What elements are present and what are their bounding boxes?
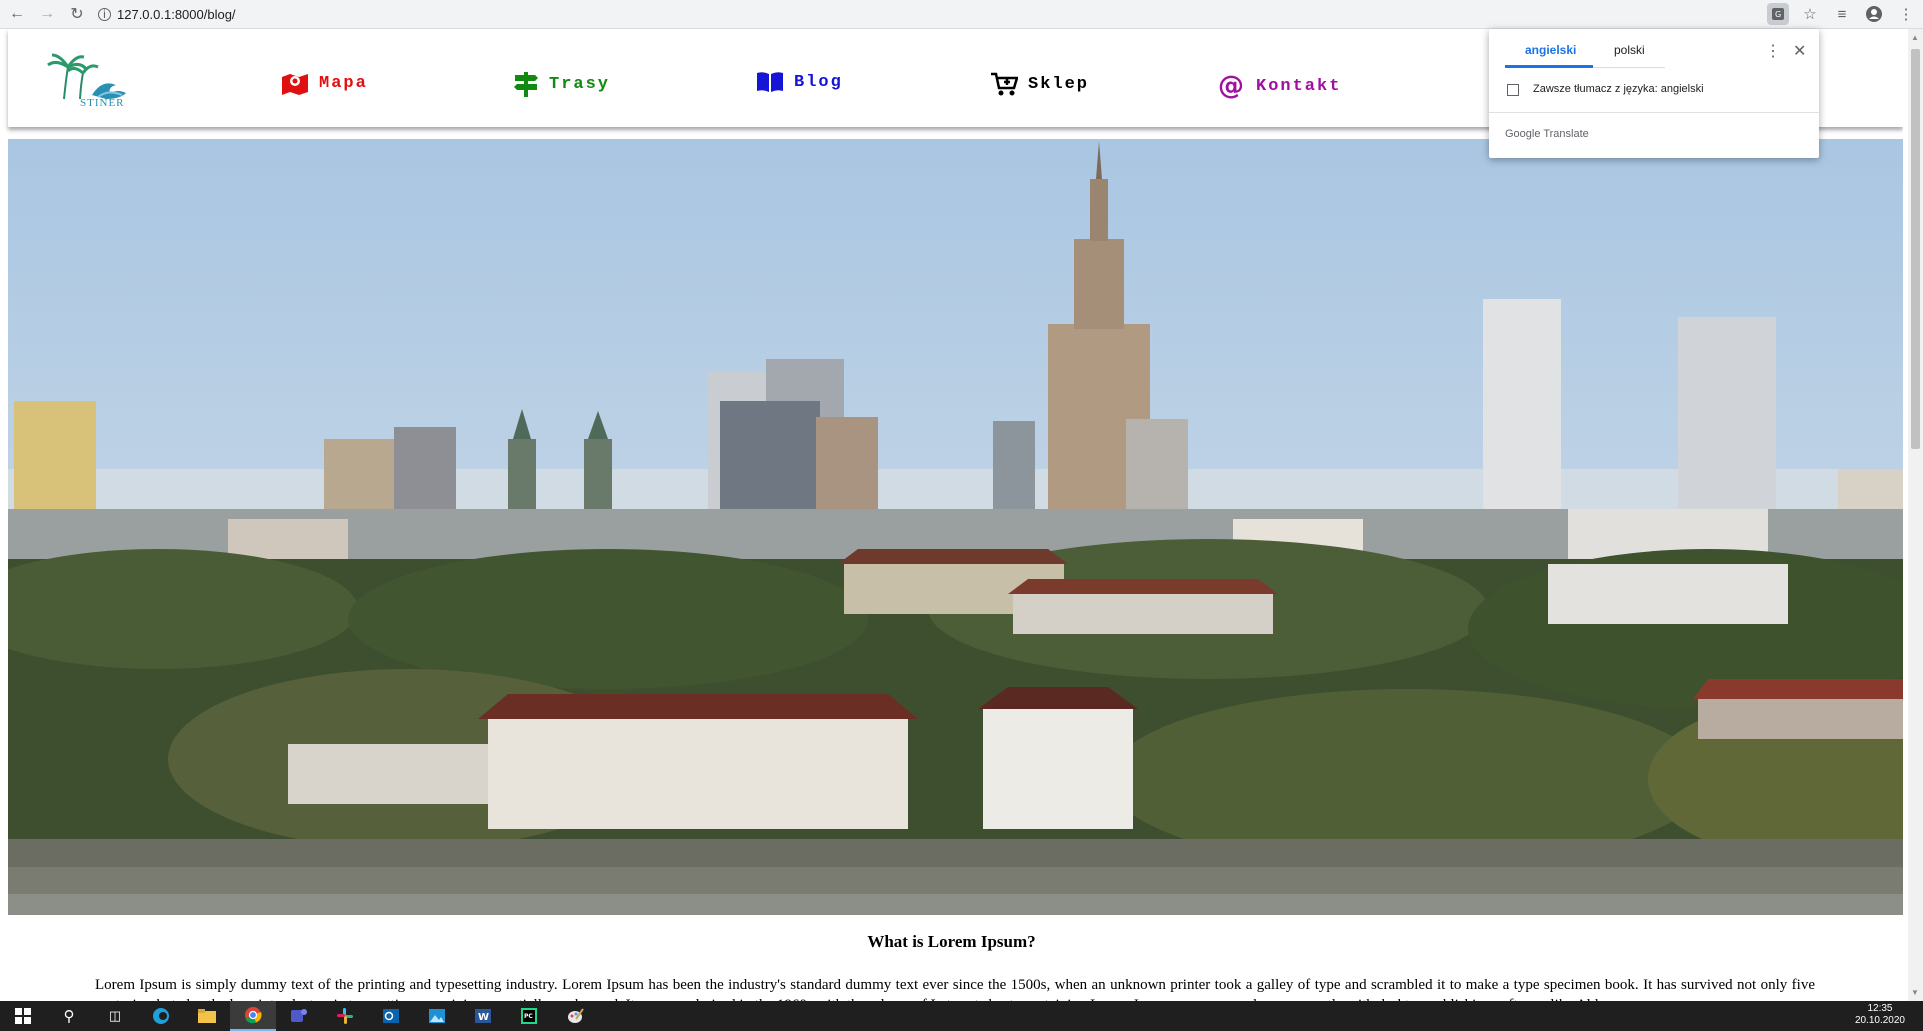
- outlook-icon: [383, 1009, 399, 1023]
- system-clock[interactable]: 12:35 20.10.2020: [1855, 1003, 1905, 1027]
- tab-source-language[interactable]: angielski: [1525, 43, 1576, 57]
- photos-icon: [429, 1009, 445, 1023]
- photos-button[interactable]: [414, 1001, 460, 1031]
- article-title: What is Lorem Ipsum?: [867, 932, 1036, 951]
- address-bar[interactable]: i 127.0.0.1:8000/blog/: [98, 3, 236, 25]
- teams-icon: [291, 1009, 307, 1022]
- arrow-right-icon: →: [39, 5, 55, 22]
- chrome-button[interactable]: [230, 1001, 276, 1031]
- paint-icon: [568, 1008, 584, 1023]
- nav-label: Blog: [794, 72, 843, 92]
- translate-popup: angielski polski ⋮ ✕ Zawsze tłumacz z ję…: [1489, 29, 1819, 158]
- nav-label: Trasy: [549, 74, 611, 94]
- chrome-icon: [245, 1007, 262, 1024]
- nav-item-sklep[interactable]: Sklep: [990, 71, 1089, 97]
- reload-button[interactable]: ↻: [64, 1, 90, 27]
- cart-icon: [990, 71, 1018, 97]
- task-view-button[interactable]: ◫: [92, 1001, 138, 1031]
- arrow-left-icon: ←: [9, 5, 25, 22]
- outlook-button[interactable]: [368, 1001, 414, 1031]
- tab-target-language[interactable]: polski: [1614, 43, 1645, 57]
- scroll-up-icon[interactable]: ▲: [1911, 33, 1919, 42]
- popup-divider: [1489, 112, 1819, 113]
- web-page: STINER Mapa Trasy Blog Sklep @ Kontakt W…: [0, 29, 1903, 1001]
- word-icon: W: [475, 1009, 491, 1023]
- reading-list-icon[interactable]: ≡: [1831, 3, 1853, 25]
- clock-time: 12:35: [1867, 1003, 1893, 1014]
- browser-actions: G ☆ ≡ ⋮: [1767, 0, 1917, 28]
- edge-icon: [153, 1008, 169, 1024]
- svg-text:PC: PC: [524, 1013, 533, 1020]
- file-explorer-button[interactable]: [184, 1001, 230, 1031]
- clock-date: 20.10.2020: [1854, 1015, 1905, 1026]
- star-icon[interactable]: ☆: [1799, 3, 1821, 25]
- signpost-icon: [513, 71, 539, 97]
- map-marker-icon: [281, 71, 309, 95]
- search-icon: ⚲: [63, 1008, 75, 1025]
- slack-icon: [337, 1008, 353, 1024]
- info-icon[interactable]: i: [98, 7, 111, 21]
- translate-icon[interactable]: G: [1767, 3, 1789, 25]
- page-scrollbar[interactable]: ▲ ▼: [1908, 29, 1923, 1001]
- always-translate-checkbox[interactable]: [1507, 84, 1519, 96]
- menu-icon[interactable]: ⋮: [1895, 3, 1917, 25]
- windows-icon: [15, 1008, 31, 1024]
- logo-text: STINER: [80, 97, 125, 109]
- nav-label: Mapa: [319, 73, 368, 93]
- paint-button[interactable]: [552, 1001, 598, 1031]
- teams-button[interactable]: [276, 1001, 322, 1031]
- nav-label: Sklep: [1028, 74, 1090, 94]
- svg-text:W: W: [478, 1012, 489, 1023]
- always-translate-label: Zawsze tłumacz z języka: angielski: [1533, 83, 1704, 95]
- browser-toolbar: ← → ↻ i 127.0.0.1:8000/blog/ G ☆ ≡ ⋮: [0, 0, 1923, 29]
- forward-button[interactable]: →: [34, 1, 60, 27]
- nav-item-kontakt[interactable]: @ Kontakt: [1218, 71, 1341, 101]
- nav-item-blog[interactable]: Blog: [756, 71, 843, 93]
- word-button[interactable]: W: [460, 1001, 506, 1031]
- svg-text:G: G: [1775, 10, 1781, 19]
- pycharm-icon: PC: [521, 1008, 537, 1024]
- nav-label: Kontakt: [1256, 76, 1342, 96]
- folder-icon: [198, 1009, 216, 1023]
- url-text: 127.0.0.1:8000/blog/: [117, 6, 236, 22]
- task-view-icon: ◫: [108, 1008, 122, 1023]
- start-button[interactable]: [0, 1001, 46, 1031]
- article-body: Lorem Ipsum is simply dummy text of the …: [95, 977, 1815, 1001]
- pycharm-button[interactable]: PC: [506, 1001, 552, 1031]
- edge-button[interactable]: [138, 1001, 184, 1031]
- taskbar: ⚲ ◫ W PC 12:35 20.10.2020: [0, 1001, 1923, 1031]
- active-tab-indicator: [1505, 65, 1593, 68]
- google-translate-label: Google Translate: [1505, 128, 1589, 140]
- more-options-icon[interactable]: ⋮: [1765, 41, 1781, 61]
- scrollbar-thumb[interactable]: [1911, 49, 1920, 449]
- hero-image: [8, 139, 1903, 915]
- close-icon[interactable]: ✕: [1793, 41, 1806, 61]
- reload-icon: ↻: [70, 6, 84, 23]
- scroll-down-icon[interactable]: ▼: [1911, 988, 1919, 997]
- search-button[interactable]: ⚲: [46, 1001, 92, 1031]
- slack-button[interactable]: [322, 1001, 368, 1031]
- profile-icon[interactable]: [1863, 3, 1885, 25]
- nav-item-trasy[interactable]: Trasy: [513, 71, 610, 97]
- at-icon: @: [1218, 71, 1246, 101]
- book-icon: [756, 71, 784, 93]
- back-button[interactable]: ←: [4, 1, 30, 27]
- nav-item-mapa[interactable]: Mapa: [281, 71, 368, 95]
